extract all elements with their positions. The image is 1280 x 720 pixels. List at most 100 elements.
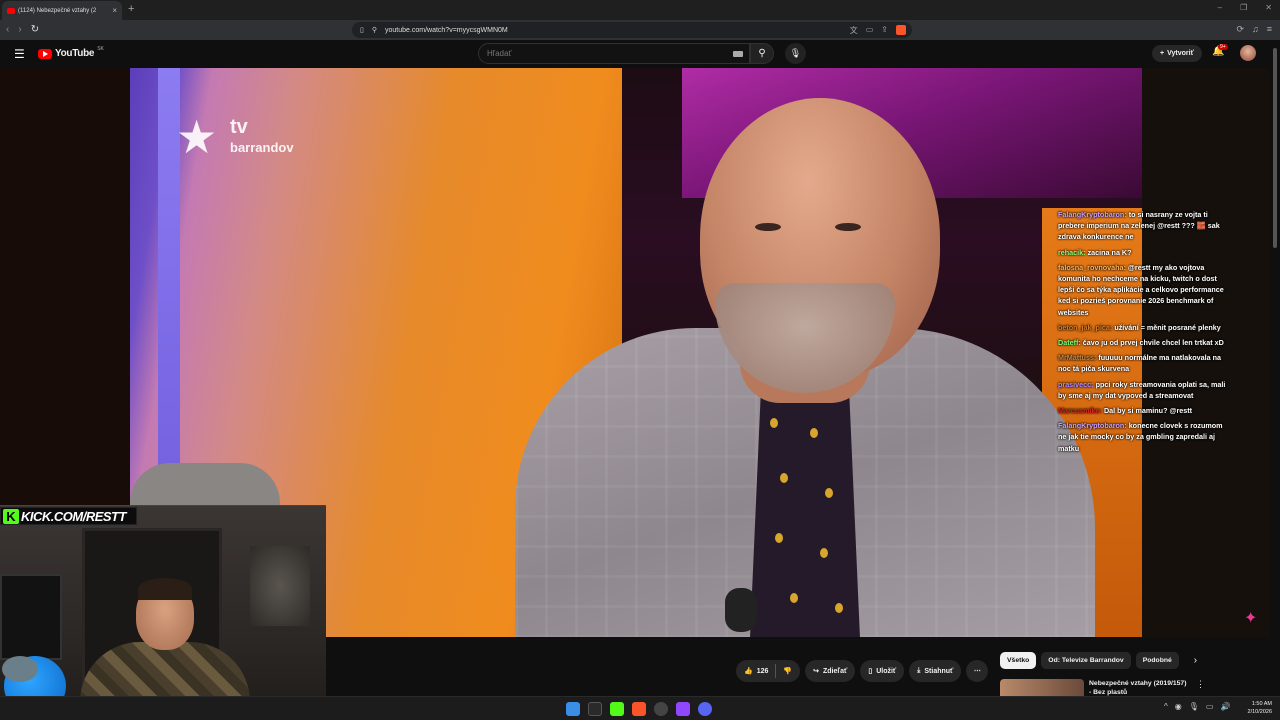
scrollbar-thumb[interactable] bbox=[1273, 48, 1277, 248]
task-view-icon[interactable] bbox=[588, 702, 602, 716]
back-icon[interactable]: ‹ bbox=[6, 24, 9, 35]
video-actions: 👍 126 👎 ↪ Zdieľať ▯ Uložiť ⤓ Stiahnuť ⋯ bbox=[736, 660, 989, 682]
download-label: Stiahnuť bbox=[924, 667, 954, 675]
new-tab-button[interactable]: + bbox=[128, 3, 134, 15]
network-icon[interactable]: ▭ bbox=[1206, 702, 1214, 711]
chat-username: MrMattuss: bbox=[1058, 353, 1097, 363]
browser-tab[interactable]: (1124) Nebezpečné vztahy (2 × bbox=[2, 1, 122, 20]
like-divider bbox=[775, 664, 777, 678]
brave-browser-icon[interactable] bbox=[632, 702, 646, 716]
chat-text: zacina na K? bbox=[1087, 247, 1132, 257]
menu-icon[interactable]: ≡ bbox=[1267, 24, 1272, 35]
tray-app-icon[interactable]: ◉ bbox=[1175, 702, 1182, 711]
window-controls: – ❐ ✕ bbox=[1218, 3, 1272, 12]
kick-url-text: KICK.COM/RESTT bbox=[21, 508, 126, 524]
start-icon[interactable] bbox=[566, 702, 580, 716]
recommended-video[interactable]: Nebezpečné vztahy (2019/157) - Bez plast… bbox=[1000, 679, 1260, 697]
share-button[interactable]: ↪ Zdieľať bbox=[805, 660, 856, 682]
minimize-button[interactable]: – bbox=[1218, 3, 1222, 12]
chat-message: FalangKryptobaron: to si nasrany ze vojt… bbox=[1058, 209, 1230, 243]
forward-icon[interactable]: › bbox=[18, 24, 21, 35]
sync-icon[interactable]: ⟳ bbox=[1236, 24, 1244, 35]
search-icon: ⚲ bbox=[758, 48, 766, 59]
right-eye bbox=[835, 223, 861, 231]
chip-from-channel[interactable]: Od: Televize Barrandov bbox=[1041, 652, 1131, 669]
voice-search-button[interactable]: 🎙 bbox=[785, 43, 806, 64]
tab-title: (1124) Nebezpečné vztahy (2 bbox=[18, 7, 97, 14]
taskbar-clock[interactable]: 1:50 AM 2/10/2026 bbox=[1240, 700, 1272, 716]
chat-username: beton_jak_pica: bbox=[1058, 322, 1113, 332]
notification-badge: 9+ bbox=[1218, 44, 1228, 50]
system-tray: ^ ◉ 🎙 ▭ 🔊 bbox=[1164, 702, 1230, 711]
cast-icon[interactable]: ▭ bbox=[866, 25, 874, 36]
youtube-wordmark: YouTube bbox=[55, 48, 95, 59]
stream-watermark-icon: ✦ bbox=[1244, 610, 1258, 627]
webcam-overlay bbox=[0, 505, 326, 720]
translate-icon[interactable]: 文 bbox=[850, 25, 858, 36]
extension-icons: ⟳ ♫ ≡ bbox=[1236, 24, 1272, 35]
search-input[interactable]: Hľadať bbox=[478, 43, 750, 64]
tray-chevron-icon[interactable]: ^ bbox=[1164, 702, 1168, 711]
chat-username: FalangKryptobaron: bbox=[1058, 421, 1127, 431]
volume-icon[interactable]: 🔊 bbox=[1220, 702, 1230, 711]
like-dislike-button[interactable]: 👍 126 👎 bbox=[736, 660, 801, 682]
dislike-icon[interactable]: 👎 bbox=[783, 667, 792, 675]
like-icon[interactable]: 👍 bbox=[744, 667, 753, 675]
logo-tv-text: tv bbox=[230, 116, 248, 138]
lapel-microphone bbox=[725, 588, 757, 632]
bookmark-icon[interactable]: ▯ bbox=[360, 26, 364, 34]
reload-icon[interactable]: ↻ bbox=[31, 24, 39, 35]
recommended-more-icon[interactable]: ⋮ bbox=[1196, 679, 1205, 697]
nav-buttons: ‹ › ↻ bbox=[6, 24, 39, 35]
chat-username: falosna_rovnovaha: bbox=[1058, 262, 1126, 272]
kick-app-icon[interactable] bbox=[610, 702, 624, 716]
chip-all[interactable]: Všetko bbox=[1000, 652, 1037, 669]
bookmark-save-icon: ▯ bbox=[868, 668, 873, 675]
chat-text: užívání = měnit posrané plenky bbox=[1114, 322, 1221, 332]
chevron-right-icon[interactable]: › bbox=[1194, 655, 1197, 666]
microphone-icon: 🎙 bbox=[789, 48, 802, 58]
windows-taskbar: ^ ◉ 🎙 ▭ 🔊 1:50 AM 2/10/2026 bbox=[0, 696, 1280, 720]
taskbar-icons bbox=[566, 702, 712, 716]
omnibox[interactable]: ▯ ⚲ youtube.com/watch?v=myycsgWMN0M 文 ▭ … bbox=[352, 22, 912, 38]
github-icon[interactable] bbox=[654, 702, 668, 716]
more-actions-button[interactable]: ⋯ bbox=[966, 660, 989, 682]
share-icon[interactable]: ⇪ bbox=[881, 25, 888, 36]
room-monitor bbox=[0, 574, 62, 660]
guest-person bbox=[515, 98, 1115, 637]
search-button[interactable]: ⚲ bbox=[750, 43, 774, 64]
close-window-button[interactable]: ✕ bbox=[1265, 3, 1272, 12]
page-scrollbar[interactable] bbox=[1270, 40, 1280, 696]
notifications-button[interactable]: 🔔 9+ bbox=[1212, 44, 1228, 57]
chip-related[interactable]: Podobné bbox=[1135, 652, 1179, 669]
hamburger-menu-icon[interactable]: ☰ bbox=[14, 47, 25, 61]
site-info-icon[interactable]: ⚲ bbox=[372, 26, 377, 34]
url-text[interactable]: youtube.com/watch?v=myycsgWMN0M bbox=[385, 27, 508, 34]
save-button[interactable]: ▯ Uložiť bbox=[860, 660, 905, 682]
chat-message: beton_jak_pica: užívání = měnit posrané … bbox=[1058, 322, 1230, 333]
account-avatar[interactable] bbox=[1240, 45, 1256, 61]
chat-username: FalangKryptobaron: bbox=[1058, 210, 1127, 219]
music-icon[interactable]: ♫ bbox=[1252, 24, 1259, 35]
keyboard-icon[interactable] bbox=[733, 50, 743, 57]
twitch-icon[interactable] bbox=[676, 702, 690, 716]
maximize-button[interactable]: ❐ bbox=[1240, 3, 1247, 12]
youtube-play-icon bbox=[38, 48, 52, 59]
chat-message: Dateff: čavo ju od prvej chvile chcel le… bbox=[1058, 337, 1230, 348]
left-eye bbox=[755, 223, 781, 231]
logo-name-text: barrandov bbox=[230, 140, 294, 155]
like-count: 126 bbox=[756, 667, 769, 675]
create-button[interactable]: + Vytvoriť bbox=[1152, 45, 1202, 62]
recommended-thumbnail[interactable] bbox=[1000, 679, 1084, 697]
brave-shield-icon[interactable] bbox=[896, 24, 906, 35]
chat-message: FalangKryptobaron: konecne clovek s rozu… bbox=[1058, 420, 1230, 454]
microphone-tray-icon[interactable]: 🎙 bbox=[1189, 702, 1199, 711]
chat-message: MrMattuss: fuuuuu normálne ma natlakoval… bbox=[1058, 352, 1230, 374]
discord-icon[interactable] bbox=[698, 702, 712, 716]
chat-message: prasivecc: ppci roky streamovania oplati… bbox=[1058, 379, 1230, 401]
youtube-logo[interactable]: YouTube SK bbox=[38, 46, 104, 59]
chat-text: Dal by si maminu? @restt bbox=[1103, 406, 1193, 416]
download-button[interactable]: ⤓ Stiahnuť bbox=[909, 660, 962, 682]
tab-close-icon[interactable]: × bbox=[112, 6, 117, 15]
recommended-title[interactable]: Nebezpečné vztahy (2019/157) - Bez plast… bbox=[1089, 679, 1189, 697]
